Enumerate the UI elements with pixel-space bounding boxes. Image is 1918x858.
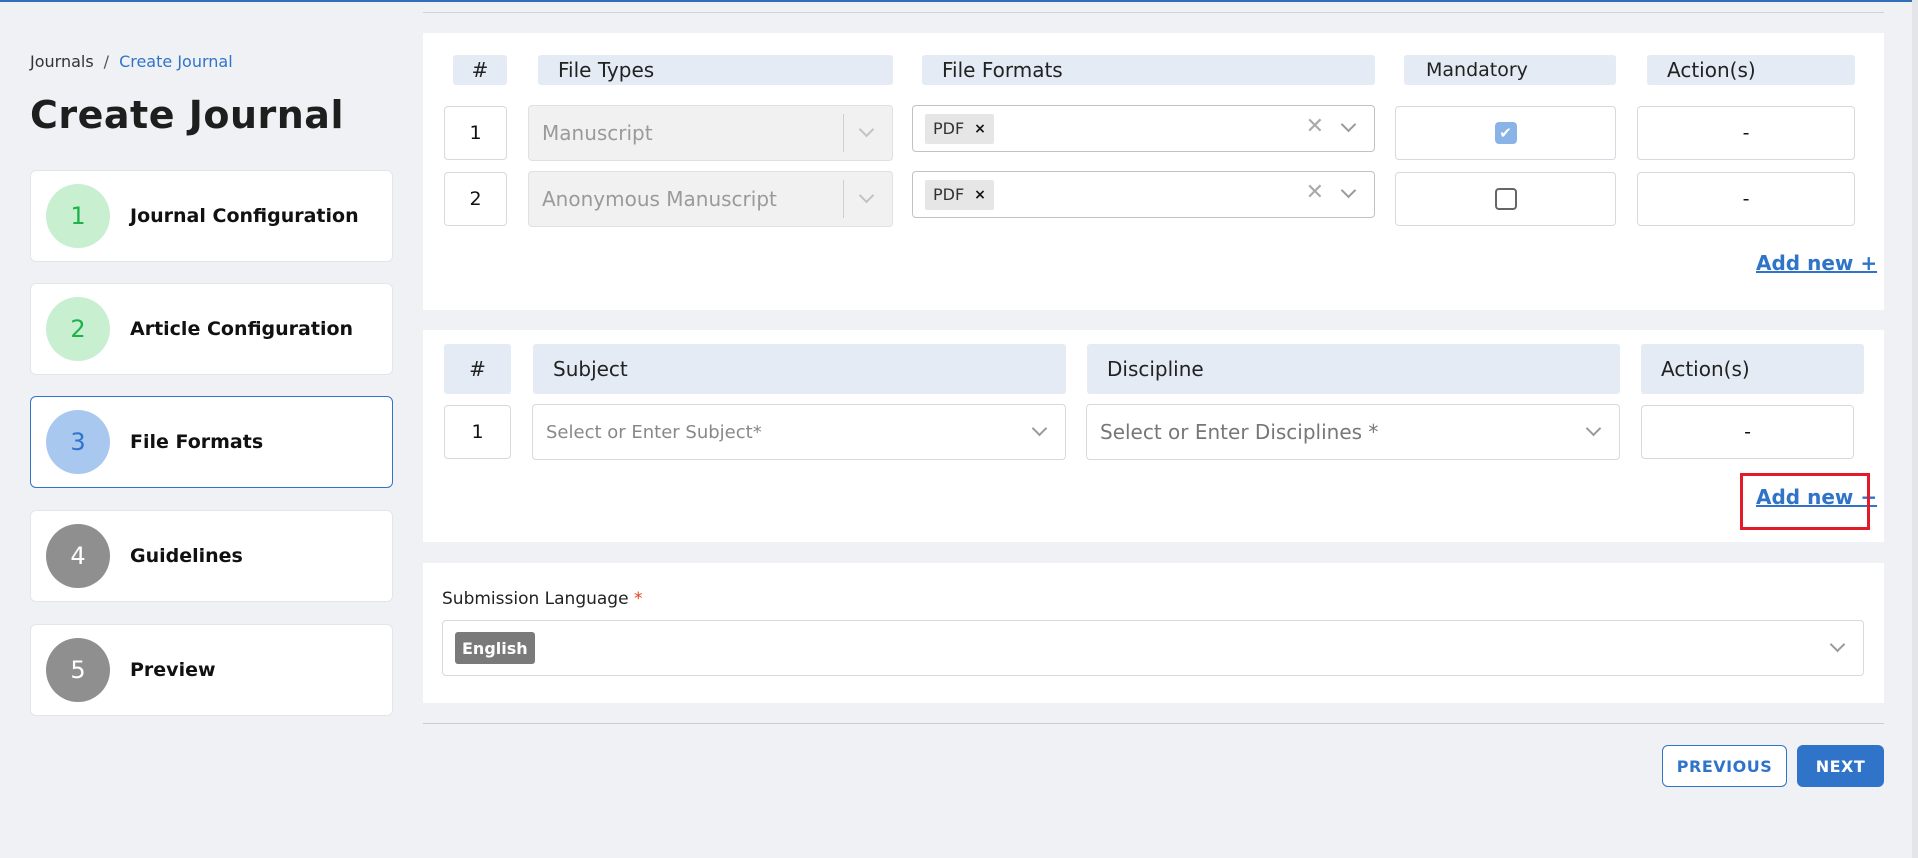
discipline-select[interactable]: Select or Enter Disciplines * <box>1086 404 1620 460</box>
step-label: Article Configuration <box>130 318 354 340</box>
highlight-box <box>1740 473 1870 530</box>
required-asterisk: * <box>633 589 643 609</box>
chevron-down-icon[interactable] <box>1340 182 1357 199</box>
submission-language-select[interactable]: English <box>442 620 1864 676</box>
column-header-actions: Action(s) <box>1641 344 1864 394</box>
step-label: File Formats <box>130 431 264 453</box>
clear-icon[interactable]: ✕ <box>1306 114 1324 139</box>
breadcrumb-current[interactable]: Create Journal <box>119 52 233 71</box>
scrollbar-track[interactable] <box>1912 0 1918 858</box>
action-cell: - <box>1637 172 1855 226</box>
format-tag-label: PDF <box>933 119 965 138</box>
submission-language-label-text: Submission Language <box>442 589 629 609</box>
chevron-down-icon[interactable] <box>1585 420 1602 437</box>
row-number: 1 <box>444 405 511 459</box>
mandatory-cell <box>1395 172 1616 226</box>
step-file-formats[interactable]: 3 File Formats <box>30 396 393 488</box>
file-type-select: Manuscript <box>528 105 893 161</box>
format-tag: PDF × <box>925 113 994 144</box>
file-formats-select[interactable]: PDF × ✕ <box>912 105 1375 152</box>
step-label: Journal Configuration <box>130 205 359 227</box>
step-label: Guidelines <box>130 545 243 567</box>
step-number-badge: 3 <box>46 410 110 474</box>
divider <box>423 12 1884 13</box>
chevron-down-icon[interactable] <box>1340 116 1357 133</box>
column-header-number: # <box>453 55 507 85</box>
select-separator <box>843 114 844 152</box>
column-header-discipline: Discipline <box>1087 344 1620 394</box>
breadcrumb-journals-link[interactable]: Journals <box>30 52 94 71</box>
mandatory-cell: ✔ <box>1395 106 1616 160</box>
add-new-file-type-link[interactable]: Add new + <box>1756 251 1877 275</box>
breadcrumb-separator: / <box>103 52 110 71</box>
clear-icon[interactable]: ✕ <box>1306 180 1324 205</box>
discipline-placeholder: Select or Enter Disciplines * <box>1100 420 1379 444</box>
select-separator <box>843 180 844 218</box>
action-cell: - <box>1641 405 1854 459</box>
step-number-badge: 1 <box>46 184 110 248</box>
column-header-file-formats: File Formats <box>922 55 1375 85</box>
file-type-select: Anonymous Manuscript <box>528 171 893 227</box>
step-number-badge: 4 <box>46 524 110 588</box>
row-number: 2 <box>444 172 507 226</box>
file-type-value: Manuscript <box>542 121 653 145</box>
column-header-file-types: File Types <box>538 55 893 85</box>
column-header-subject: Subject <box>533 344 1066 394</box>
column-header-number: # <box>444 344 511 394</box>
submission-language-label: Submission Language * <box>442 589 642 609</box>
tag-remove-icon[interactable]: × <box>974 187 986 203</box>
chevron-down-icon <box>858 187 875 204</box>
previous-button[interactable]: PREVIOUS <box>1662 745 1787 787</box>
page-title: Create Journal <box>30 93 344 137</box>
column-header-actions: Action(s) <box>1647 55 1855 85</box>
file-formats-select[interactable]: PDF × ✕ <box>912 171 1375 218</box>
check-icon: ✔ <box>1499 124 1512 142</box>
format-tag: PDF × <box>925 179 994 210</box>
step-number-badge: 2 <box>46 297 110 361</box>
chevron-down-icon[interactable] <box>1829 636 1846 653</box>
chevron-down-icon <box>858 121 875 138</box>
step-preview[interactable]: 5 Preview <box>30 624 393 716</box>
mandatory-checkbox[interactable] <box>1494 188 1517 210</box>
top-accent-line <box>0 0 1918 2</box>
step-guidelines[interactable]: 4 Guidelines <box>30 510 393 602</box>
step-journal-configuration[interactable]: 1 Journal Configuration <box>30 170 393 262</box>
tag-remove-icon[interactable]: × <box>974 121 986 137</box>
breadcrumb: Journals / Create Journal <box>30 52 233 71</box>
step-label: Preview <box>130 659 216 681</box>
subject-placeholder: Select or Enter Subject* <box>546 421 762 443</box>
divider <box>423 723 1884 724</box>
step-number-badge: 5 <box>46 638 110 702</box>
chevron-down-icon[interactable] <box>1031 420 1048 437</box>
mandatory-checkbox[interactable]: ✔ <box>1494 122 1517 144</box>
subject-select[interactable]: Select or Enter Subject* <box>532 404 1066 460</box>
column-header-mandatory: Mandatory <box>1404 55 1616 85</box>
file-type-value: Anonymous Manuscript <box>542 187 777 211</box>
action-cell: - <box>1637 106 1855 160</box>
step-article-configuration[interactable]: 2 Article Configuration <box>30 283 393 375</box>
row-number: 1 <box>444 106 507 160</box>
next-button[interactable]: NEXT <box>1797 745 1884 787</box>
format-tag-label: PDF <box>933 185 965 204</box>
language-chip: English <box>455 632 535 664</box>
